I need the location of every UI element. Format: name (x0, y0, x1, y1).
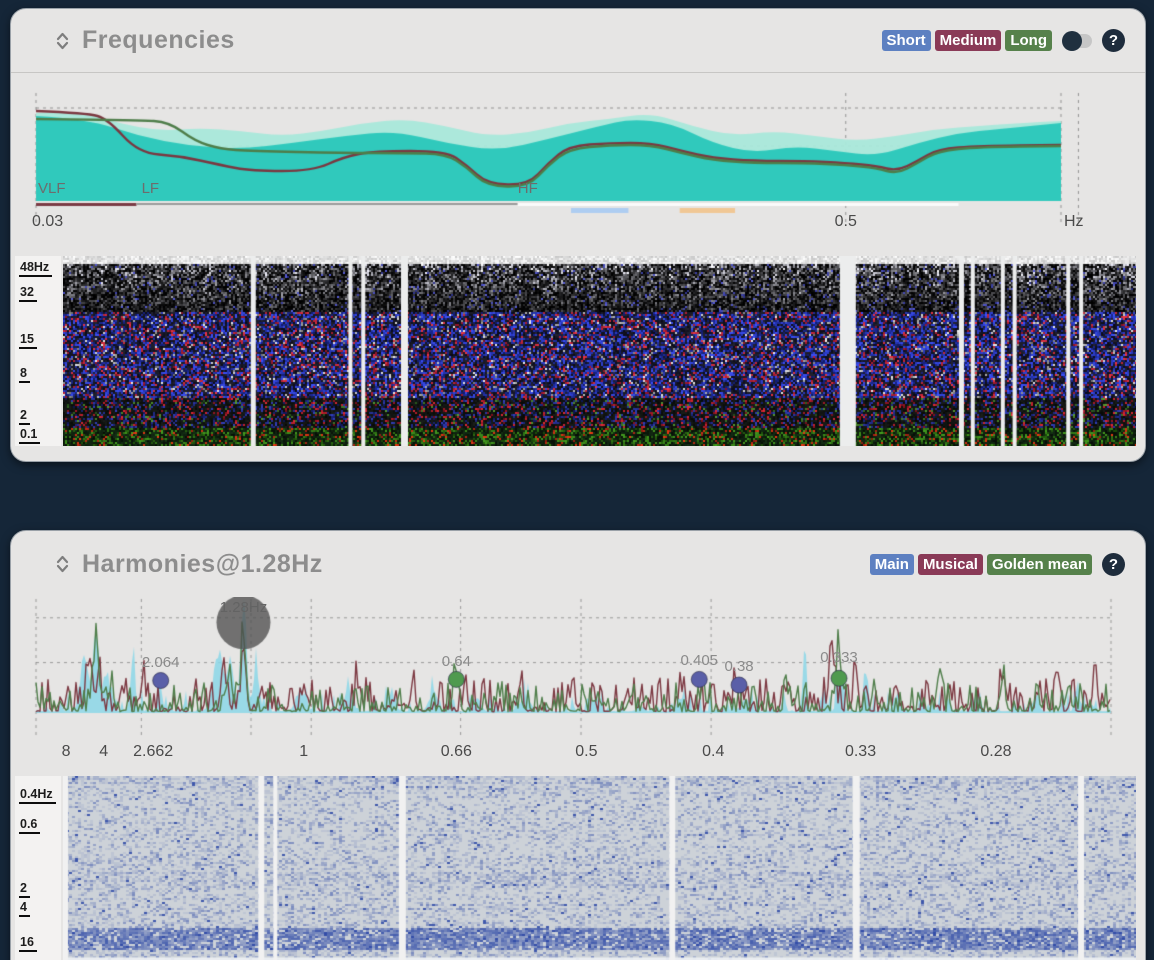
x-tick-0-28: 0.28 (980, 743, 1011, 761)
frequencies-header: Frequencies ShortMediumLong ? (11, 9, 1145, 73)
harmonies-header: Harmonies@1.28Hz MainMusicalGolden mean … (11, 531, 1145, 597)
harmonies-spectrogram-scale: 0.4Hz 0.6 2 4 16 (15, 776, 61, 960)
peak-label-0-333: 0.333 (820, 649, 858, 666)
harmonies-help-button[interactable]: ? (1102, 553, 1125, 576)
x-axis-unit-label: Hz (1064, 213, 1084, 231)
frequencies-help-button[interactable]: ? (1102, 29, 1125, 52)
window-length-toggle[interactable] (1064, 34, 1092, 48)
band-label-lf: LF (142, 180, 160, 197)
peak-label-1-28hz: 1.28Hz (220, 599, 268, 616)
x-tick-0-33: 0.33 (845, 743, 876, 761)
x-tick-2-662: 2.662 (133, 743, 173, 761)
legend-tag-medium[interactable]: Medium (935, 30, 1002, 51)
scale-label-0-6: 0.6 (19, 817, 40, 834)
harmonies-legend: MainMusicalGolden mean (866, 554, 1092, 575)
x-tick-0-4: 0.4 (702, 743, 724, 761)
harmonies-spectrogram: 0.4Hz 0.6 2 4 16 (11, 776, 1145, 960)
x-tick-0-5: 0.5 (835, 213, 857, 231)
legend-tag-musical[interactable]: Musical (918, 554, 983, 575)
x-tick-0-66: 0.66 (441, 743, 472, 761)
frequencies-spectrogram-canvas[interactable] (63, 256, 1136, 446)
scale-label-8: 8 (19, 366, 30, 383)
scale-label-16: 16 (19, 935, 37, 952)
toggle-knob-icon (1062, 31, 1082, 51)
frequencies-chart-area: Hz VLF LF HF 0.03 0.5 (11, 79, 1145, 256)
legend-tag-main[interactable]: Main (870, 554, 914, 575)
harmonies-header-left: Harmonies@1.28Hz (55, 550, 323, 579)
frequencies-spectrogram: 48Hz 32 15 8 2 0.1 (11, 256, 1145, 446)
harmonies-spectrogram-canvas[interactable] (63, 776, 1136, 960)
band-label-vlf: VLF (38, 180, 66, 197)
frequencies-header-controls: ShortMediumLong ? (878, 29, 1126, 52)
band-label-hf: HF (518, 180, 538, 197)
scale-label-4: 4 (19, 900, 30, 917)
legend-tag-long[interactable]: Long (1005, 30, 1052, 51)
frequencies-spectrogram-scale: 48Hz 32 15 8 2 0.1 (15, 256, 61, 446)
scale-label-2: 2 (19, 408, 30, 425)
x-tick-4: 4 (99, 743, 108, 761)
x-tick-0-03: 0.03 (32, 213, 63, 231)
x-tick-8: 8 (62, 743, 71, 761)
harmonies-panel: Harmonies@1.28Hz MainMusicalGolden mean … (10, 530, 1146, 960)
collapse-panel-icon[interactable] (55, 30, 70, 52)
frequencies-chart-canvas[interactable] (11, 79, 1145, 249)
legend-tag-short[interactable]: Short (882, 30, 931, 51)
frequencies-header-left: Frequencies (55, 26, 235, 55)
peak-label-2-064: 2.064 (142, 654, 180, 671)
scale-label-2: 2 (19, 881, 30, 898)
scale-label-48hz: 48Hz (19, 260, 52, 277)
harmonies-chart-area: 8 4 2.662 1 0.66 0.5 0.4 0.33 0.28 1.28Hz 2.064 0.6… (11, 597, 1145, 776)
harmonies-title: Harmonies@1.28Hz (82, 550, 323, 579)
frequencies-legend: ShortMediumLong (878, 30, 1053, 51)
peak-label-0-38: 0.38 (724, 658, 753, 675)
scale-label-0-1: 0.1 (19, 427, 40, 444)
x-tick-1: 1 (299, 743, 308, 761)
collapse-panel-icon[interactable] (55, 553, 70, 575)
scale-label-0-4hz: 0.4Hz (19, 787, 56, 804)
scale-label-32: 32 (19, 285, 37, 302)
frequencies-title: Frequencies (82, 26, 235, 55)
frequencies-panel: Frequencies ShortMediumLong ? Hz VLF LF HF… (10, 8, 1146, 462)
scale-label-15: 15 (19, 332, 37, 349)
peak-label-0-405: 0.405 (680, 652, 718, 669)
x-tick-0-5: 0.5 (575, 743, 597, 761)
legend-tag-golden-mean[interactable]: Golden mean (987, 554, 1092, 575)
peak-label-0-64: 0.64 (442, 653, 471, 670)
app-background: Frequencies ShortMediumLong ? Hz VLF LF HF… (0, 0, 1154, 960)
harmonies-header-controls: MainMusicalGolden mean ? (866, 553, 1125, 576)
